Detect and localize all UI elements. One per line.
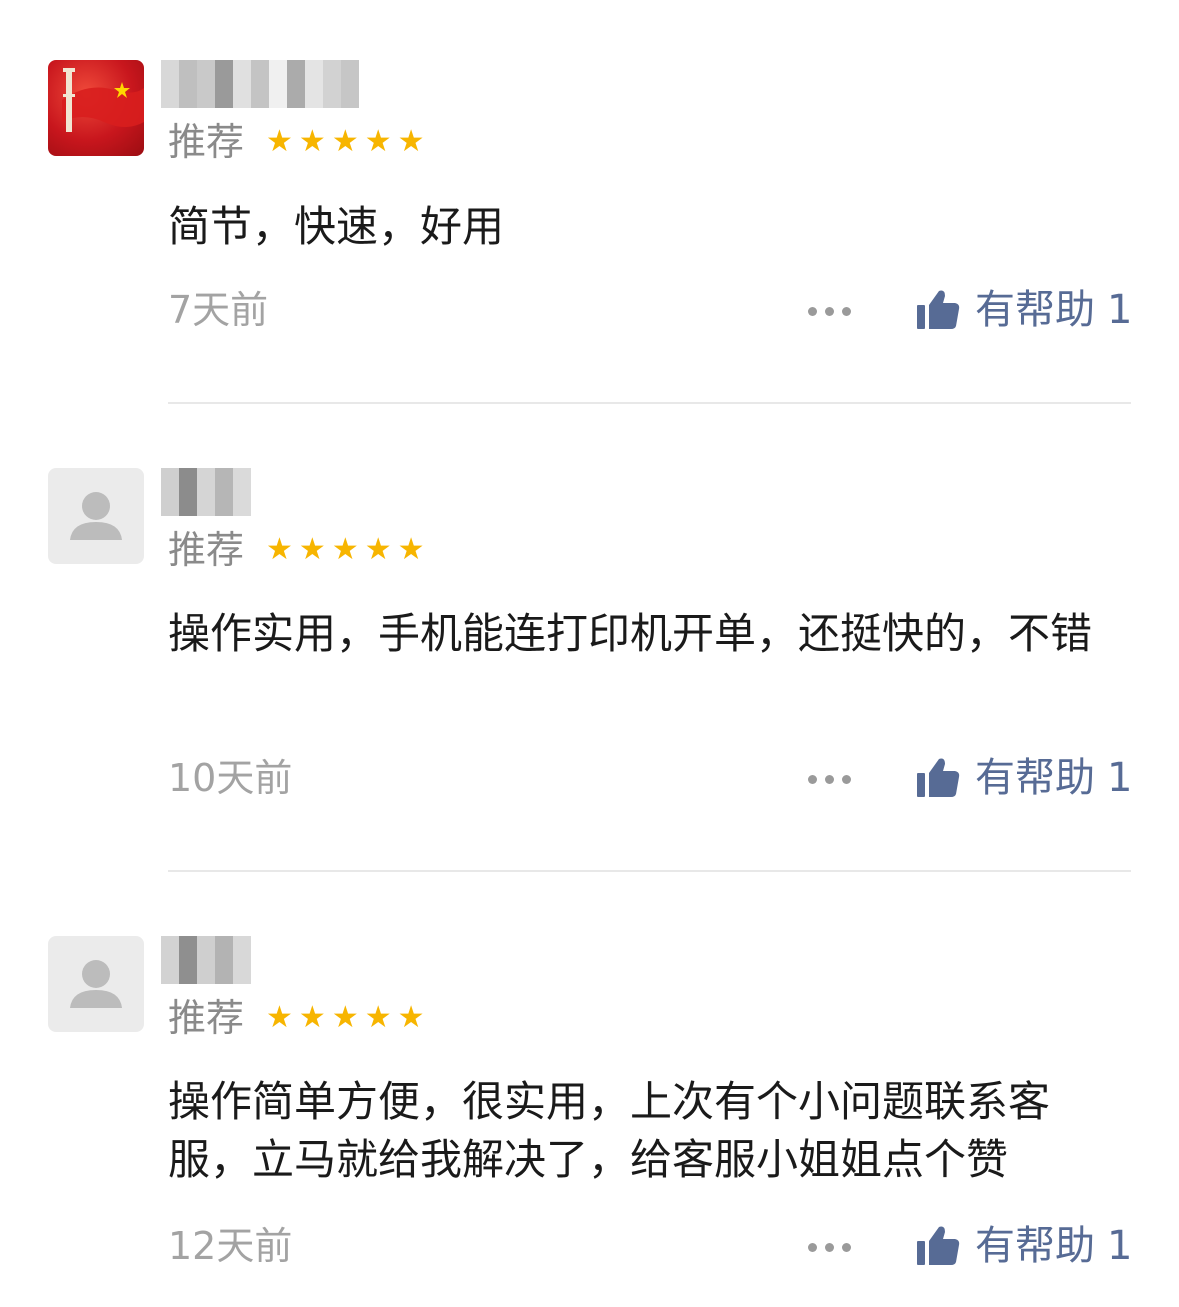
more-options-icon[interactable] [808, 1241, 856, 1253]
review-time: 7天前 [168, 288, 269, 332]
username-blurred [161, 60, 359, 108]
review-comment: 简节，快速，好用 [168, 202, 505, 251]
default-user-icon [70, 960, 122, 1008]
star-icon: ★ [364, 1000, 392, 1035]
star-icon: ★ [331, 124, 359, 159]
review-time: 10天前 [168, 756, 293, 800]
star-icon: ★ [397, 1000, 425, 1035]
star-icon: ★ [364, 532, 392, 567]
thumbs-up-icon [917, 758, 960, 797]
helpful-button[interactable]: 有帮助 1 [915, 1222, 1132, 1270]
flag-avatar-image [62, 68, 144, 132]
star-icon: ★ [266, 532, 293, 567]
star-icon: ★ [364, 124, 392, 159]
default-user-icon [70, 492, 122, 540]
review-comment: 操作实用，手机能连打印机开单，还挺快的，不错 [168, 609, 1093, 658]
avatar[interactable] [48, 936, 144, 1032]
star-icon: ★ [397, 124, 425, 159]
star-icon: ★ [331, 1000, 359, 1035]
more-options-icon[interactable] [808, 305, 856, 317]
rating-row: 推荐 ★ ★ ★ ★ ★ [168, 118, 425, 166]
star-icon: ★ [298, 124, 326, 159]
rating-row: 推荐 ★ ★ ★ ★ ★ [168, 526, 425, 574]
avatar[interactable] [48, 60, 144, 156]
divider [168, 870, 1131, 872]
recommendation-label: 推荐 [168, 120, 245, 164]
helpful-label: 有帮助 [975, 755, 1095, 801]
helpful-label: 有帮助 [975, 1223, 1095, 1269]
username-blurred [161, 936, 251, 984]
star-rating: ★ ★ ★ ★ ★ [266, 1003, 425, 1033]
star-icon: ★ [331, 532, 359, 567]
helpful-button[interactable]: 有帮助 1 [915, 754, 1132, 802]
divider [168, 402, 1131, 404]
star-icon: ★ [266, 124, 293, 159]
star-rating: ★ ★ ★ ★ ★ [266, 127, 425, 157]
review-comment: 操作简单方便，很实用，上次有个小问题联系客服，立马就给我解决了，给客服小姐姐点个… [168, 1077, 1051, 1184]
helpful-label: 有帮助 [975, 287, 1095, 333]
helpful-count: 1 [1107, 755, 1133, 801]
recommendation-label: 推荐 [168, 528, 245, 572]
review-time: 12天前 [168, 1224, 293, 1268]
helpful-button[interactable]: 有帮助 1 [915, 286, 1132, 334]
helpful-count: 1 [1107, 1223, 1133, 1269]
star-rating: ★ ★ ★ ★ ★ [266, 535, 425, 565]
star-icon: ★ [266, 1000, 293, 1035]
recommendation-label: 推荐 [168, 996, 245, 1040]
star-icon: ★ [298, 532, 326, 567]
star-icon: ★ [298, 1000, 326, 1035]
star-icon: ★ [397, 532, 425, 567]
thumbs-up-icon [917, 290, 960, 329]
avatar[interactable] [48, 468, 144, 564]
more-options-icon[interactable] [808, 773, 856, 785]
thumbs-up-icon [917, 1226, 960, 1265]
rating-row: 推荐 ★ ★ ★ ★ ★ [168, 994, 425, 1042]
username-blurred [161, 468, 251, 516]
helpful-count: 1 [1107, 287, 1133, 333]
